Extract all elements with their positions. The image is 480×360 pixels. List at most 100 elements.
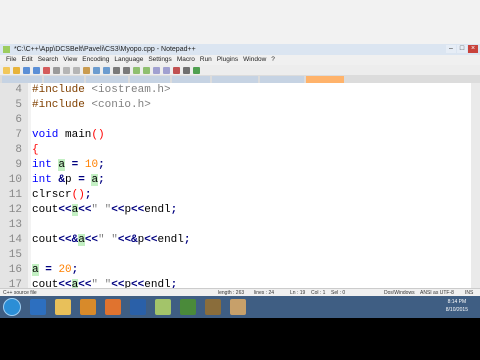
line-number: 13 [8, 219, 22, 231]
code-line[interactable]: 8{ [0, 143, 471, 158]
code-text: #include <iostream.h> [32, 84, 171, 96]
code-text: int a = 10; [32, 159, 105, 171]
code-line[interactable]: 9 int a = 10; [0, 158, 471, 173]
tab-file[interactable] [86, 76, 128, 83]
bottom-letterbox [0, 318, 480, 360]
redo-icon[interactable] [103, 66, 110, 74]
menu-view[interactable]: View [63, 55, 77, 65]
notepadpp-taskbar-icon[interactable] [155, 299, 171, 315]
turbo-cpp-icon[interactable] [230, 299, 246, 315]
menu-help[interactable]: ? [271, 55, 275, 65]
ie-icon[interactable] [30, 299, 46, 315]
code-line[interactable]: 6 [0, 113, 471, 128]
tab-bar [0, 75, 480, 83]
explorer-icon[interactable] [55, 299, 71, 315]
code-line[interactable]: 15 [0, 248, 471, 263]
window-title: *C:\C++\App\DCSBelt\Paveli\CS3\Myopo.cpp… [13, 46, 196, 53]
word-icon[interactable] [130, 299, 146, 315]
new-file-icon[interactable] [3, 66, 10, 74]
record-macro-icon[interactable] [173, 66, 180, 74]
code-text: int &p = a; [32, 174, 105, 186]
code-line[interactable]: 13 [0, 218, 471, 233]
toolbar [0, 65, 480, 75]
menu-macro[interactable]: Macro [177, 55, 195, 65]
code-line[interactable]: 4 #include <iostream.h> [0, 83, 471, 98]
menu-edit[interactable]: Edit [21, 55, 32, 65]
zoom-in-icon[interactable] [133, 66, 140, 74]
minimize-icon[interactable]: – [446, 45, 456, 53]
code-text: cout<<a<<" "<<p<<endl; [32, 204, 178, 216]
app-icon[interactable] [180, 299, 196, 315]
menu-settings[interactable]: Settings [148, 55, 172, 65]
code-line[interactable]: 5 #include <conio.h> [0, 98, 471, 113]
play-macro-icon[interactable] [193, 66, 200, 74]
open-file-icon[interactable] [13, 66, 20, 74]
tab-file[interactable] [44, 76, 84, 83]
line-number: 7 [15, 129, 22, 141]
line-number: 11 [8, 189, 22, 201]
menu-window[interactable]: Window [243, 55, 266, 65]
code-line[interactable]: 16 a = 20; [0, 263, 471, 278]
clock-date: 8/10/2015 [445, 307, 468, 313]
undo-icon[interactable] [93, 66, 100, 74]
line-number: 6 [15, 114, 22, 126]
screen: *C:\C++\App\DCSBelt\Paveli\CS3\Myopo.cpp… [0, 0, 480, 360]
media-player-icon[interactable] [80, 299, 96, 315]
tab-file[interactable] [172, 76, 210, 83]
replace-icon[interactable] [123, 66, 130, 74]
find-icon[interactable] [113, 66, 120, 74]
line-number: 16 [8, 264, 22, 276]
code-line[interactable]: 17 cout<<a<<" "<<p<<endl; [0, 278, 471, 288]
tab-active-file[interactable] [306, 76, 344, 83]
line-number: 4 [15, 84, 22, 96]
firefox-icon[interactable] [105, 299, 121, 315]
menu-plugins[interactable]: Plugins [217, 55, 238, 65]
winrar-icon[interactable] [205, 299, 221, 315]
line-number: 15 [8, 249, 22, 261]
menu-bar: File Edit Search View Encoding Language … [0, 55, 480, 65]
stop-macro-icon[interactable] [183, 66, 190, 74]
copy-icon[interactable] [73, 66, 80, 74]
line-number: 12 [8, 204, 22, 216]
print-icon[interactable] [53, 66, 60, 74]
menu-encoding[interactable]: Encoding [82, 55, 109, 65]
close-icon[interactable]: × [468, 45, 478, 53]
code-text: cout<<a<<" "<<p<<endl; [32, 278, 177, 288]
save-all-icon[interactable] [33, 66, 40, 74]
cut-icon[interactable] [63, 66, 70, 74]
tab-file[interactable] [2, 76, 42, 83]
vertical-scrollbar[interactable] [471, 83, 480, 288]
window-controls: – □ × [446, 45, 478, 53]
code-editor[interactable]: 4 #include <iostream.h> 5 #include <conio.h… [0, 83, 480, 288]
tab-file[interactable] [260, 76, 304, 83]
code-text: { [32, 144, 39, 156]
line-number: 8 [15, 144, 22, 156]
paste-icon[interactable] [83, 66, 90, 74]
status-bar: C++ source file length : 263 lines : 24 … [0, 288, 480, 296]
menu-run[interactable]: Run [200, 55, 212, 65]
system-tray: 8:14 PM 8/10/2015 [418, 296, 478, 318]
close-file-icon[interactable] [43, 66, 50, 74]
code-line[interactable]: 12 cout<<a<<" "<<p<<endl; [0, 203, 471, 218]
title-bar: *C:\C++\App\DCSBelt\Paveli\CS3\Myopo.cpp… [0, 44, 480, 55]
line-number: 14 [8, 234, 22, 246]
zoom-out-icon[interactable] [143, 66, 150, 74]
notepadpp-icon [3, 46, 10, 53]
code-line[interactable]: 14 cout<<&a<<" "<<&p<<endl; [0, 233, 471, 248]
code-line[interactable]: 11 clrscr(); [0, 188, 471, 203]
menu-file[interactable]: File [6, 55, 16, 65]
save-icon[interactable] [23, 66, 30, 74]
menu-language[interactable]: Language [114, 55, 143, 65]
sync-scroll-icon[interactable] [153, 66, 160, 74]
maximize-icon[interactable]: □ [457, 45, 467, 53]
clock[interactable]: 8:14 PM 8/10/2015 [446, 298, 468, 314]
code-text: void main() [32, 129, 105, 141]
code-text: clrscr(); [32, 189, 92, 201]
word-wrap-icon[interactable] [163, 66, 170, 74]
start-button-icon[interactable] [3, 298, 21, 316]
code-line[interactable]: 10 int &p = a; [0, 173, 471, 188]
menu-search[interactable]: Search [38, 55, 59, 65]
code-line[interactable]: 7 void main() [0, 128, 471, 143]
tab-file[interactable] [212, 76, 258, 83]
tab-file[interactable] [130, 76, 170, 83]
